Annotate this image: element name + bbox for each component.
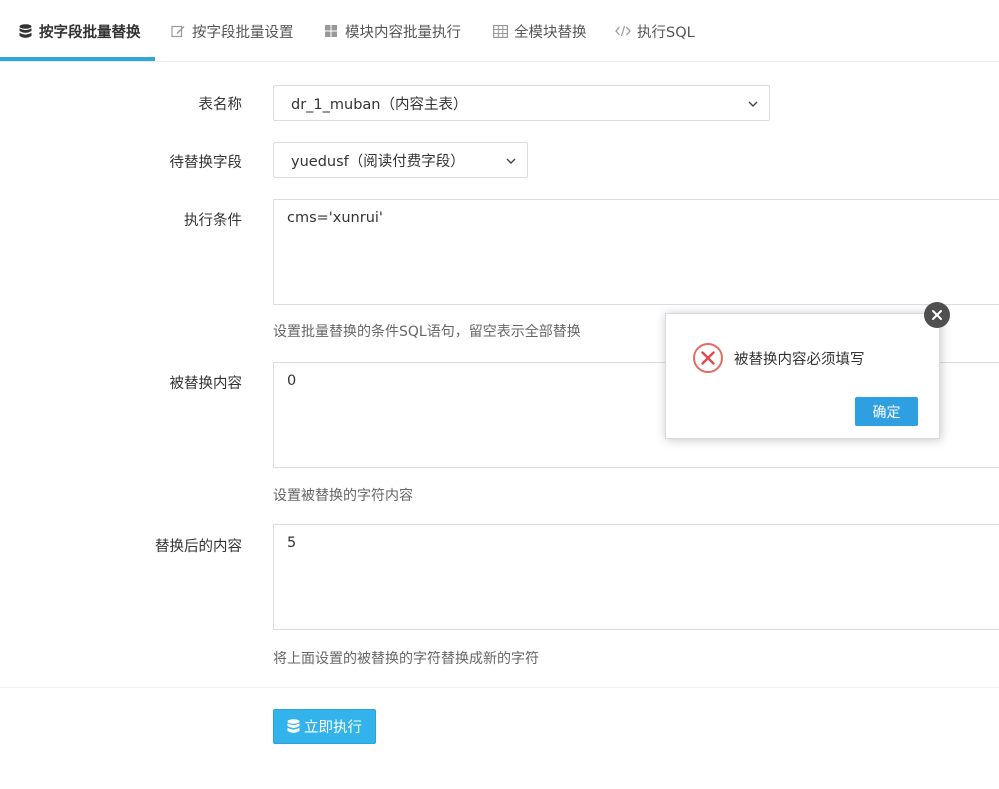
tab-exec-sql[interactable]: 执行SQL [615, 0, 695, 62]
table-name-label: 表名称 [198, 97, 243, 113]
condition-help: 设置批量替换的条件SQL语句，留空表示全部替换 [273, 324, 581, 340]
field-select[interactable]: yuedusf（阅读付费字段） [273, 142, 528, 178]
chevron-down-icon [506, 158, 516, 164]
table-name-value: dr_1_muban（内容主表） [291, 96, 468, 113]
tab-field-replace[interactable]: 按字段批量替换 [17, 0, 141, 62]
condition-textarea[interactable]: cms='xunrui' [273, 199, 999, 305]
tab-label: 按字段批量设置 [192, 24, 294, 41]
search-help: 设置被替换的字符内容 [273, 488, 413, 504]
field-value: yuedusf（阅读付费字段） [291, 153, 465, 170]
tab-field-set[interactable]: 按字段批量设置 [170, 0, 294, 62]
database-icon [287, 719, 300, 733]
tab-bar: 按字段批量替换 按字段批量设置 模块内容批量执行 全模块替换 执行SQL [0, 0, 999, 62]
edit-icon [170, 23, 186, 39]
table-icon [492, 23, 508, 39]
active-tab-indicator [0, 57, 155, 61]
database-icon [17, 23, 33, 39]
form-divider [0, 687, 999, 688]
tab-label: 执行SQL [637, 24, 695, 41]
field-label: 待替换字段 [169, 155, 243, 171]
chevron-down-icon [748, 101, 758, 107]
replace-help: 将上面设置的被替换的字符替换成新的字符 [273, 651, 539, 667]
dialog-ok-button[interactable]: 确定 [855, 397, 918, 426]
condition-label: 执行条件 [184, 213, 242, 229]
replace-label: 替换后的内容 [155, 539, 242, 555]
replace-textarea[interactable]: 5 [273, 524, 999, 630]
execute-button[interactable]: 立即执行 [273, 709, 376, 744]
code-icon [615, 23, 631, 39]
error-x-icon [692, 342, 724, 374]
dialog-close-button[interactable] [924, 302, 950, 328]
tab-label: 全模块替换 [514, 24, 587, 41]
execute-button-label: 立即执行 [304, 720, 362, 736]
tab-label: 按字段批量替换 [39, 24, 141, 41]
grid-icon [323, 23, 339, 39]
tab-all-module-replace[interactable]: 全模块替换 [492, 0, 587, 62]
close-icon [932, 310, 942, 320]
tab-module-batch[interactable]: 模块内容批量执行 [323, 0, 461, 62]
dialog-message: 被替换内容必须填写 [734, 352, 865, 368]
search-label: 被替换内容 [169, 376, 243, 392]
tab-label: 模块内容批量执行 [345, 24, 461, 41]
table-name-select[interactable]: dr_1_muban（内容主表） [273, 85, 770, 121]
